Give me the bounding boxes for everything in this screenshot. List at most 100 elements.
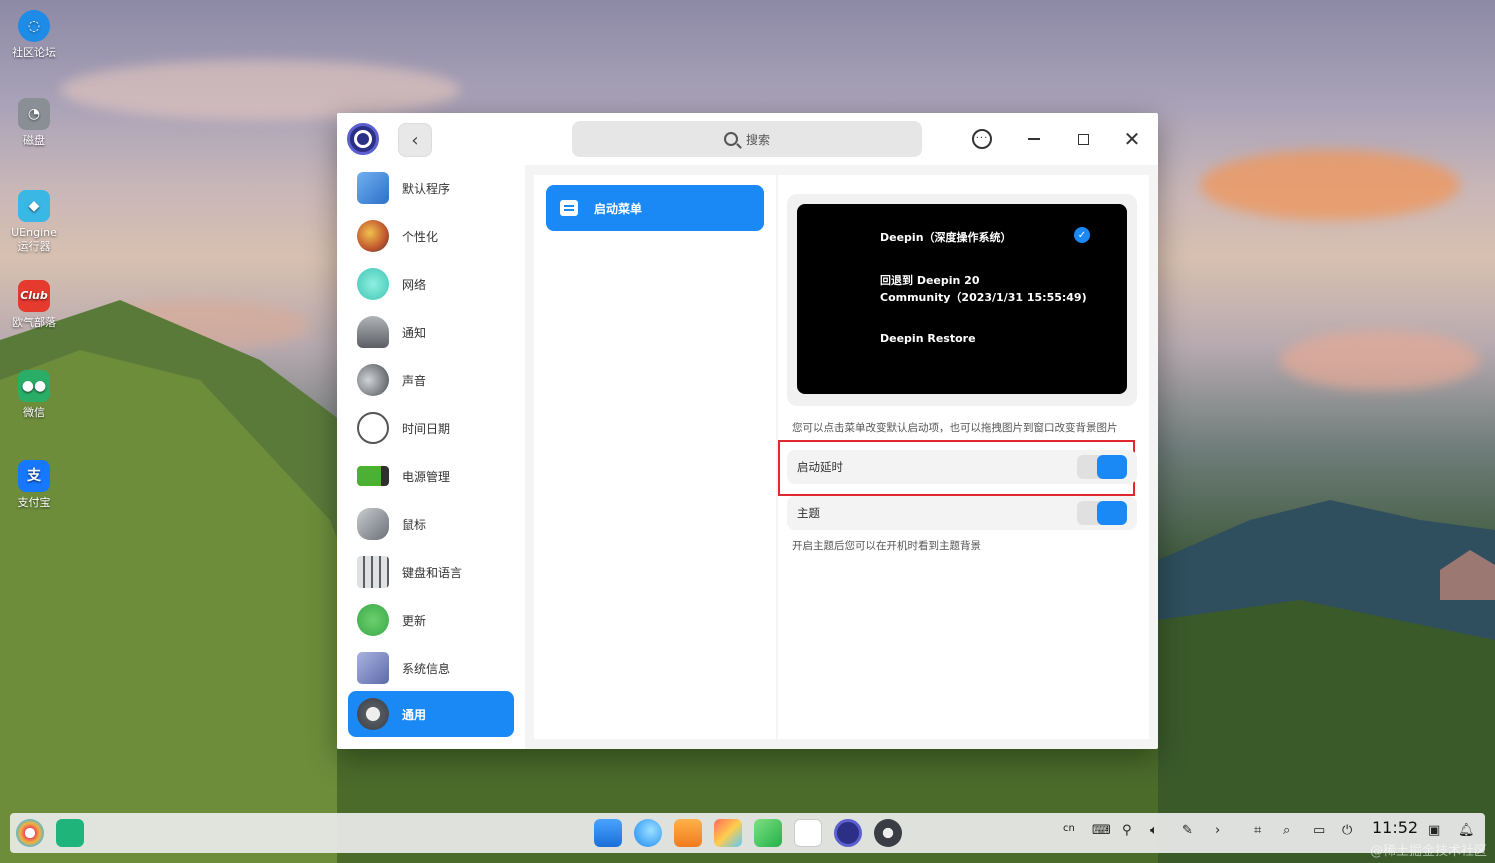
sidebar-item-label: 默认程序 bbox=[402, 181, 451, 196]
screenshot-icon[interactable]: ⌗ bbox=[1254, 823, 1261, 838]
minimize-button[interactable] bbox=[1021, 126, 1047, 152]
desktop-icon-label: 支付宝 bbox=[17, 496, 51, 509]
clock-time[interactable]: 11:52 bbox=[1372, 818, 1418, 837]
boot-menu-settings: Deepin（深度操作系统） ✓ 回退到 Deepin 20 Community… bbox=[778, 175, 1149, 739]
sidebar-item-system-info[interactable]: 系统信息 bbox=[348, 645, 514, 691]
calendar-icon[interactable] bbox=[794, 819, 822, 847]
maximize-button[interactable] bbox=[1070, 126, 1096, 152]
deepin-forum-icon: ◌ bbox=[18, 10, 50, 42]
subnav-item-boot-menu[interactable]: 启动菜单 bbox=[546, 185, 764, 231]
taskbar: cn ⌨ ⚲ 🔈︎ ✎ › ⌗ ⌕ ▭ ⏻ 11:52 ▣ 🔔︎ bbox=[10, 813, 1485, 853]
battery-icon bbox=[357, 466, 389, 486]
sidebar-item-default-apps[interactable]: 默认程序 bbox=[348, 165, 514, 211]
image-viewer-icon[interactable] bbox=[714, 819, 742, 847]
multitask-view-icon[interactable] bbox=[56, 819, 84, 847]
boot-entry-deepin[interactable]: Deepin（深度操作系统） bbox=[880, 229, 1012, 245]
sidebar-item-label: 鼠标 bbox=[402, 517, 427, 532]
usb-icon[interactable]: ⚲ bbox=[1122, 823, 1132, 838]
sidebar-item-notification[interactable]: 通知 bbox=[348, 309, 514, 355]
boot-entry-restore[interactable]: Deepin Restore bbox=[880, 332, 976, 345]
theme-label: 主题 bbox=[797, 506, 820, 520]
pen-icon[interactable]: ✎ bbox=[1182, 823, 1193, 838]
disk-icon: ◔ bbox=[18, 98, 50, 130]
search-input[interactable]: 搜索 bbox=[572, 121, 922, 157]
settings-gear-icon[interactable] bbox=[874, 819, 902, 847]
minimize-icon bbox=[1028, 138, 1040, 140]
theme-toggle[interactable] bbox=[1077, 501, 1127, 525]
mouse-icon bbox=[357, 508, 389, 540]
boot-menu-hint: 您可以点击菜单改变默认启动项，也可以拖拽图片到窗口改变背景图片 bbox=[792, 422, 1118, 434]
sidebar-item-label: 系统信息 bbox=[402, 661, 451, 676]
desktop-icon-label: UEngine 运行器 bbox=[11, 226, 57, 253]
desktop-icon-forum[interactable]: ◌ 社区论坛 bbox=[6, 10, 62, 60]
control-center-logo-icon bbox=[347, 123, 379, 155]
keyboard-layout-icon[interactable]: ⌨ bbox=[1092, 823, 1111, 838]
browser-icon[interactable] bbox=[634, 819, 662, 847]
boot-entry-rollback[interactable]: 回退到 Deepin 20 Community（2023/1/31 15:55:… bbox=[880, 272, 1087, 306]
power-icon[interactable]: ⏻ bbox=[1342, 823, 1352, 838]
sidebar-item-label: 电源管理 bbox=[402, 469, 451, 484]
sidebar-item-label: 通用 bbox=[402, 707, 427, 722]
sidebar-item-datetime[interactable]: 时间日期 bbox=[348, 405, 514, 451]
boot-entry-label: Deepin（深度操作系统） bbox=[880, 231, 1012, 244]
boot-entry-label: Deepin Restore bbox=[880, 332, 976, 345]
boot-delay-toggle[interactable] bbox=[1077, 455, 1127, 479]
subnav-item-label: 启动菜单 bbox=[594, 201, 643, 216]
window-menu-button[interactable]: ··· bbox=[969, 126, 995, 152]
desktop-icon-uengine[interactable]: ◆ UEngine 运行器 bbox=[6, 190, 62, 254]
boot-delay-label: 启动延时 bbox=[797, 460, 843, 474]
control-center-window: ‹ 搜索 ··· ✕ 默认程序 个性化 网络 通知 声音 时间日期 电源管理 鼠… bbox=[337, 113, 1158, 749]
desktop-icon-wechat[interactable]: ●● 微信 bbox=[6, 370, 62, 420]
watermark: @稀土掘金技术社区 bbox=[1369, 844, 1487, 859]
desktop-icon-club[interactable]: Club 欧气部落 bbox=[6, 280, 62, 330]
sidebar-item-network[interactable]: 网络 bbox=[348, 261, 514, 307]
sidebar: 默认程序 个性化 网络 通知 声音 时间日期 电源管理 鼠标 键盘和语言 更新 … bbox=[337, 165, 525, 749]
sidebar-item-update[interactable]: 更新 bbox=[348, 597, 514, 643]
close-button[interactable]: ✕ bbox=[1119, 126, 1145, 152]
search-icon bbox=[723, 132, 738, 146]
search-placeholder: 搜索 bbox=[745, 132, 770, 147]
sidebar-item-general[interactable]: 通用 bbox=[348, 691, 514, 737]
boot-menu-preview[interactable]: Deepin（深度操作系统） ✓ 回退到 Deepin 20 Community… bbox=[797, 204, 1127, 394]
control-center-taskbar-icon[interactable] bbox=[834, 819, 862, 847]
sidebar-item-mouse[interactable]: 鼠标 bbox=[348, 501, 514, 547]
theme-hint: 开启主题后您可以在开机时看到主题背景 bbox=[792, 540, 981, 552]
desktop-icon-label: 磁盘 bbox=[23, 134, 45, 147]
expand-tray-chevron-icon[interactable]: › bbox=[1215, 823, 1220, 838]
sidebar-item-sound[interactable]: 声音 bbox=[348, 357, 514, 403]
sidebar-item-label: 通知 bbox=[402, 325, 427, 340]
sidebar-item-label: 个性化 bbox=[402, 229, 439, 244]
file-manager-icon[interactable] bbox=[594, 819, 622, 847]
general-gear-icon bbox=[357, 698, 389, 730]
sidebar-item-label: 时间日期 bbox=[402, 421, 451, 436]
volume-icon[interactable]: 🔈︎ bbox=[1150, 823, 1158, 838]
sidebar-item-personalization[interactable]: 个性化 bbox=[348, 213, 514, 259]
uengine-icon: ◆ bbox=[18, 190, 50, 222]
boot-entry-label: Community（2023/1/31 15:55:49) bbox=[880, 291, 1087, 304]
notification-center-icon[interactable]: 🔔︎ bbox=[1458, 823, 1475, 838]
alipay-icon: 支 bbox=[18, 460, 50, 492]
onscreen-keyboard-icon[interactable]: ▭ bbox=[1313, 823, 1325, 838]
back-button[interactable]: ‹ bbox=[398, 123, 432, 157]
sidebar-item-label: 声音 bbox=[402, 373, 427, 388]
search-tray-icon[interactable]: ⌕ bbox=[1283, 823, 1290, 838]
chevron-left-icon: ‹ bbox=[411, 129, 419, 151]
sidebar-item-label: 键盘和语言 bbox=[402, 565, 463, 580]
boot-entry-label: 回退到 Deepin 20 bbox=[880, 274, 980, 287]
maximize-icon bbox=[1077, 133, 1089, 145]
input-method-indicator[interactable]: cn bbox=[1063, 823, 1075, 834]
sidebar-item-power[interactable]: 电源管理 bbox=[348, 453, 514, 499]
desktop-icon-label: 社区论坛 bbox=[12, 46, 56, 59]
boot-delay-row: 启动延时 bbox=[787, 450, 1137, 484]
desktop-icon-disk[interactable]: ◔ 磁盘 bbox=[6, 98, 62, 148]
app-store-icon[interactable] bbox=[674, 819, 702, 847]
desktop-icon-alipay[interactable]: 支 支付宝 bbox=[6, 460, 62, 510]
launcher-icon[interactable] bbox=[16, 819, 44, 847]
boot-menu-icon bbox=[560, 200, 578, 216]
desktop-icon-label: 欧气部落 bbox=[12, 316, 56, 329]
sidebar-item-keyboard[interactable]: 键盘和语言 bbox=[348, 549, 514, 595]
titlebar: ‹ 搜索 ··· ✕ bbox=[337, 113, 1158, 165]
tray-app-icon[interactable]: ▣ bbox=[1428, 823, 1440, 838]
music-icon[interactable] bbox=[754, 819, 782, 847]
network-icon bbox=[357, 268, 389, 300]
